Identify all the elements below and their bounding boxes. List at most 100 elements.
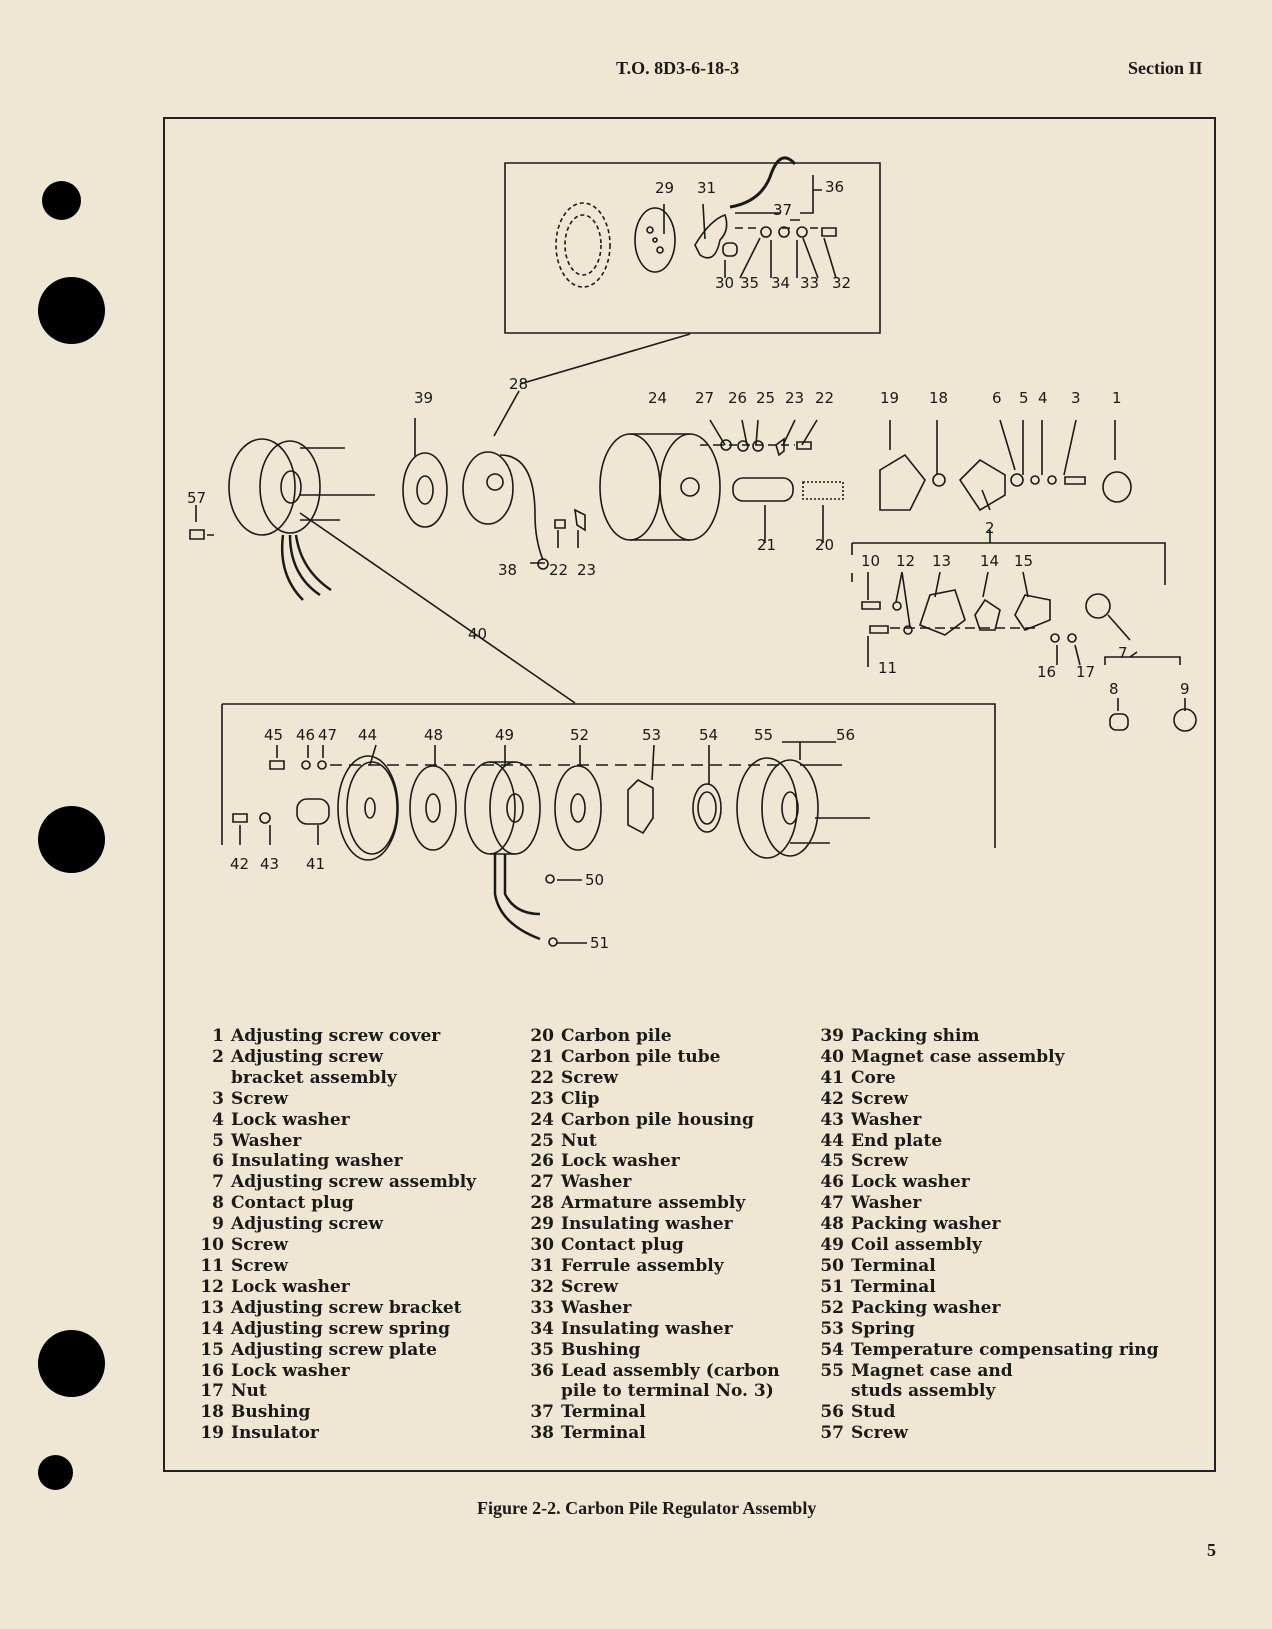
callout-57: 57 [187,489,206,507]
legend-item: 7 Adjusting screw assembly [192,1172,476,1193]
legend-item-text: Terminal [851,1255,936,1276]
lead-assembly-part [729,156,797,209]
legend-item: 50 Terminal [812,1256,1159,1277]
callout-52: 52 [570,726,589,744]
legend-item-number: 50 [820,1255,844,1276]
clip-part [775,437,785,457]
legend-item-text: Stud [851,1402,896,1423]
legend-item: 38 Terminal [522,1423,780,1444]
legend-item-number: 15 [200,1339,224,1360]
legend-item-number: 26 [530,1151,554,1172]
legend-item: 22 Screw [522,1068,780,1089]
callout-29: 29 [655,179,674,197]
legend-item-number: 19 [200,1423,224,1444]
callout-28: 28 [509,375,528,393]
legend-item-number: 6 [212,1151,224,1172]
callout-47: 47 [318,726,337,744]
legend-item: 5 Washer [192,1131,476,1152]
legend-item: 27 Washer [522,1172,780,1193]
legend-item-number: 54 [820,1339,844,1360]
legend-item-text: Insulating washer [561,1318,733,1339]
callout-23b: 23 [577,561,596,579]
legend-item-text: Screw [231,1088,289,1109]
callout-14: 14 [980,552,999,570]
legend-item-number: 43 [820,1109,844,1130]
legend-item: 43 Washer [812,1110,1159,1131]
legend-item-number: 8 [212,1193,224,1214]
legend-item-number: 36 [530,1360,554,1381]
legend-item-text: Contact plug [231,1193,354,1214]
coil-leads-part [493,854,541,941]
legend-item-text: Armature assembly [561,1193,746,1214]
legend-item-text: Screw [851,1423,909,1444]
legend-item: 49 Coil assembly [812,1235,1159,1256]
legend-column-2: 20 Carbon pile 21 Carbon pile tube 22 Screw 23… [522,1026,780,1444]
legend-item-text: Packing washer [851,1297,1001,1318]
figure-caption: Figure 2-2. Carbon Pile Regulator Assemb… [477,1498,817,1518]
legend-item-text: Insulator [231,1423,319,1444]
legend-item: 2 Adjusting screw bracket assembly [192,1047,476,1089]
legend-item-text: Contact plug [561,1235,684,1256]
legend-item-text: Nut [561,1130,597,1151]
legend-item-number: 56 [820,1402,844,1423]
contact-plug-part [1109,713,1129,731]
carbon-pile-housing-part [599,433,661,541]
legend-item: 56 Stud [812,1402,1159,1423]
callout-23: 23 [785,389,804,407]
legend-item: 25 Nut [522,1131,780,1152]
legend-item: 52 Packing washer [812,1298,1159,1319]
washer-part [1030,475,1040,485]
callout-19: 19 [880,389,899,407]
legend-item-number: 16 [200,1360,224,1381]
spring-part [974,598,1001,631]
lead-wires-part [281,534,332,601]
callout-44: 44 [358,726,377,744]
legend-item-number: 14 [200,1318,224,1339]
legend-item: 18 Bushing [192,1402,476,1423]
legend-item: 21 Carbon pile tube [522,1047,780,1068]
legend-item-number: 52 [820,1297,844,1318]
legend-item-text: Carbon pile tube [561,1046,721,1067]
legend-item: 41 Core [812,1068,1159,1089]
legend-item: 32 Screw [522,1277,780,1298]
callout-26: 26 [728,389,747,407]
legend-item-text: Carbon pile [561,1026,672,1046]
screw-part [554,519,566,529]
legend-item-number: 13 [200,1297,224,1318]
legend-item-text: Lead assembly (carbon pile to terminal N… [561,1360,780,1402]
legend-item-number: 11 [200,1255,224,1276]
legend-item-number: 24 [530,1109,554,1130]
legend-item: 54 Temperature compensating ring [812,1339,1158,1361]
legend-item-text: Washer [851,1193,922,1214]
legend-item: 17 Nut [192,1381,476,1402]
callout-5: 5 [1019,389,1029,407]
callout-48: 48 [424,726,443,744]
legend-item-text: Terminal [851,1276,936,1297]
callout-41: 41 [306,855,325,873]
callout-12: 12 [896,552,915,570]
legend-item-text: Lock washer [851,1172,970,1193]
magnet-case-studs-part [736,757,798,859]
legend-item-number: 38 [530,1423,554,1444]
legend-item: 39 Packing shim [812,1026,1159,1047]
legend-item-text: Washer [851,1109,922,1130]
adjusting-screw-cover-part [1102,471,1132,503]
legend-item: 20 Carbon pile [522,1026,780,1047]
binder-hole [38,1455,73,1490]
legend-item-text: Coil assembly [851,1235,982,1256]
legend-item: 33 Washer [522,1298,780,1319]
legend-item-number: 5 [212,1130,224,1151]
legend-item: 12 Lock washer [192,1277,476,1298]
callout-53: 53 [642,726,661,744]
legend-item-text: Adjusting screw assembly [231,1172,477,1193]
legend-item-text: Lock washer [561,1151,680,1172]
insulator-part [879,453,926,511]
legend-item: 29 Insulating washer [522,1214,780,1235]
callout-43: 43 [260,855,279,873]
legend-item-number: 2 [212,1046,224,1067]
legend-item: 3 Screw [192,1089,476,1110]
legend-item-text: Ferrule assembly [561,1255,724,1276]
legend-item-text: Screw [851,1088,909,1109]
legend-item: 8 Contact plug [192,1193,476,1214]
callout-7: 7 [1118,644,1128,662]
